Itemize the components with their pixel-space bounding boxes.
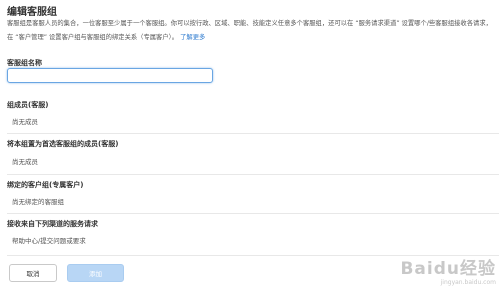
channels-value: 帮助中心/提交问题或要求 [12,237,86,245]
watermark-logo: Baidu经验 [400,259,496,279]
members-label: 组成员(客服) [7,101,49,109]
page-title: 编辑客服组 [7,7,57,18]
learn-more-link[interactable]: 了解更多 [180,34,205,41]
add-button[interactable]: 添加 [67,264,124,282]
channels-label: 接收来自下列渠道的服务请求 [7,220,98,228]
preferred-members-value: 尚无成员 [12,158,38,166]
divider [7,174,499,175]
page-description: 客服组是客服人员的集合，一位客服至少属于一个客服组。你可以按行政、区域、职能、技… [7,17,495,45]
watermark-url: jingyan.baidu.com [440,279,496,286]
customer-group-value: 尚无绑定的客服组 [12,198,64,206]
preferred-members-label: 将本组置为首选客服组的成员(客服) [7,140,119,148]
watermark: Baidu经验 jingyan.baidu.com [400,254,496,286]
group-name-label: 客服组名称 [7,59,42,67]
divider [7,133,499,134]
members-value: 尚无成员 [12,118,38,126]
description-text: 客服组是客服人员的集合，一位客服至少属于一个客服组。你可以按行政、区域、职能、技… [7,20,492,41]
customer-group-label: 绑定的客户组(专属客户) [7,181,84,189]
group-name-input[interactable] [7,68,213,83]
cancel-button[interactable]: 取消 [9,264,57,282]
divider [7,213,499,214]
